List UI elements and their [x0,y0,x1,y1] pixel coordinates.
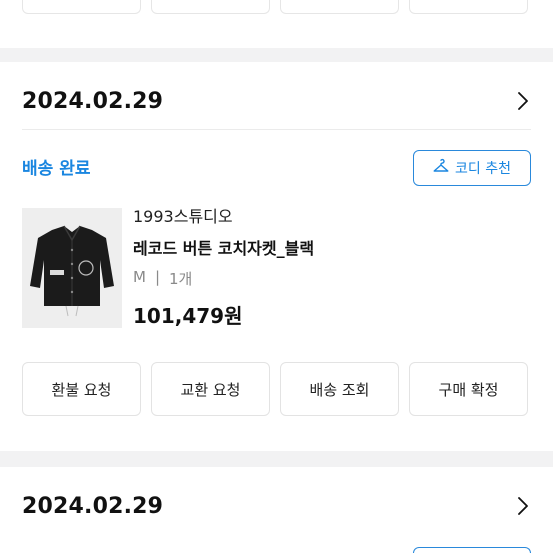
product-name[interactable]: 레코드 버튼 코치자켓_블랙 [133,235,314,259]
option-size: M [133,268,146,286]
delivery-status: 배송 완료 [22,159,91,179]
previous-order-action-button[interactable] [22,0,141,14]
refund-request-button[interactable]: 환불 요청 [22,362,141,416]
option-separator: | [154,268,161,286]
order-date: 2024.02.29 [22,88,164,114]
codi-recommend-button[interactable] [413,547,531,553]
chevron-right-icon[interactable] [515,497,531,515]
hanger-icon [433,158,449,178]
order-header[interactable]: 2024.02.29 [22,81,531,121]
track-delivery-button[interactable]: 배송 조회 [280,362,399,416]
option-quantity: 1개 [169,270,193,288]
codi-recommend-button[interactable]: 코디 추천 [413,150,531,186]
product-image[interactable] [22,208,122,328]
chevron-right-icon[interactable] [515,92,531,110]
header-divider [22,129,531,130]
previous-order-action-button[interactable] [151,0,270,14]
product-brand[interactable]: 1993스튜디오 [133,203,233,227]
product-price: 101,479원 [133,304,243,328]
order-action-row: 환불 요청 교환 요청 배송 조회 구매 확정 [22,362,528,416]
codi-recommend-label: 코디 추천 [455,161,511,177]
previous-order-action-button[interactable] [280,0,399,14]
previous-order-action-row [22,0,528,14]
order-header[interactable]: 2024.02.29 [22,486,531,526]
exchange-request-button[interactable]: 교환 요청 [151,362,270,416]
previous-order-action-button[interactable] [409,0,528,14]
order-date: 2024.02.29 [22,493,164,519]
confirm-purchase-button[interactable]: 구매 확정 [409,362,528,416]
section-separator [0,48,553,62]
order-history-page: 2024.02.29 배송 완료 코디 추천 1993스튜디오 레코드 버튼 코… [0,0,553,553]
section-separator [0,451,553,467]
product-option: M | 1개 [133,268,192,289]
